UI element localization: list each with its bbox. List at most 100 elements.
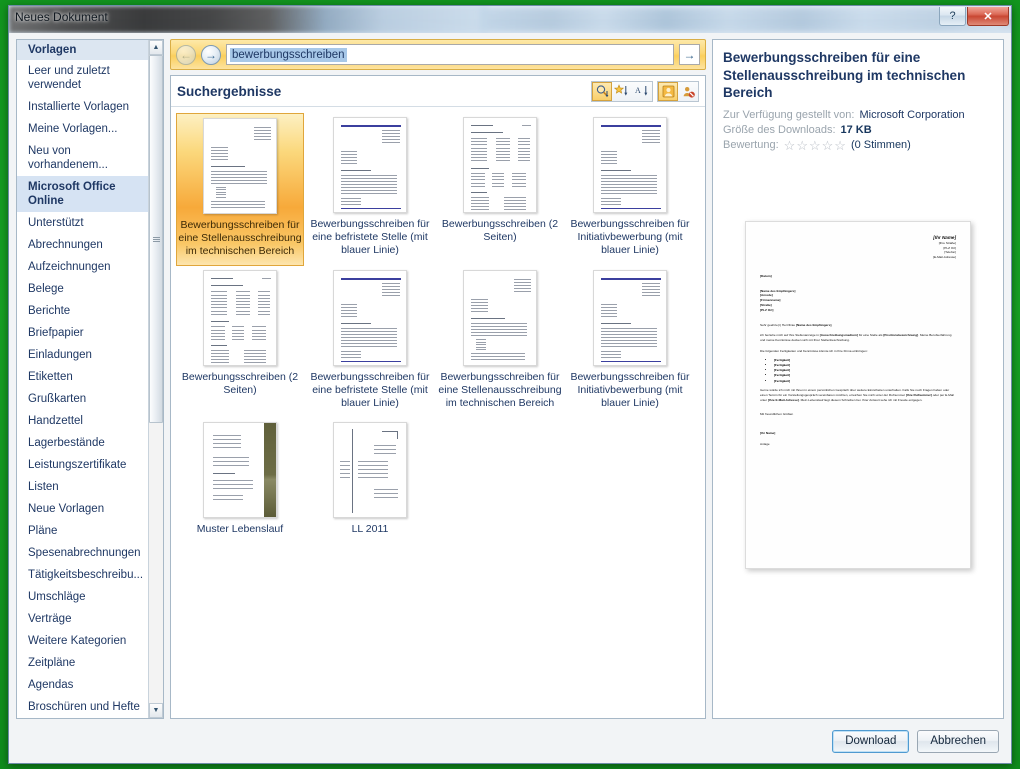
- community-filter-icon[interactable]: [678, 82, 698, 101]
- sidebar-item-18[interactable]: Listen: [17, 476, 148, 498]
- sidebar-item-26[interactable]: Zeitpläne: [17, 652, 148, 674]
- sidebar-scrollbar[interactable]: ▲ ▼: [148, 40, 163, 718]
- sort-icon-group: A: [591, 81, 653, 102]
- provider-label: Zur Verfügung gestellt von:: [723, 109, 854, 121]
- svg-text:A: A: [635, 86, 641, 95]
- close-button[interactable]: ✕: [967, 7, 1009, 26]
- sidebar-item-13[interactable]: Etiketten: [17, 366, 148, 388]
- template-item-1[interactable]: Bewerbungsschreiben für eine befristete …: [306, 113, 434, 266]
- scroll-up-button[interactable]: ▲: [149, 40, 163, 55]
- template-thumbnail-7[interactable]: [593, 270, 667, 366]
- sidebar-item-8[interactable]: Aufzeichnungen: [17, 256, 148, 278]
- sidebar-item-1[interactable]: Leer und zuletzt verwendet: [17, 60, 148, 96]
- template-caption-1: Bewerbungsschreiben für eine befristete …: [308, 218, 432, 256]
- template-details-panel: Bewerbungsschreiben für eine Stellenauss…: [712, 39, 1004, 719]
- template-item-2[interactable]: Bewerbungsschreiben (2 Seiten): [436, 113, 564, 266]
- template-thumbnail-9[interactable]: [333, 422, 407, 518]
- rating-sort-icon[interactable]: [612, 82, 632, 101]
- template-item-5[interactable]: Bewerbungsschreiben für eine befristete …: [306, 266, 434, 417]
- template-caption-4: Bewerbungsschreiben (2 Seiten): [178, 371, 302, 397]
- doc-salutation-suffix: ,: [831, 323, 832, 327]
- template-thumbnail-5[interactable]: [333, 270, 407, 366]
- sidebar-item-15[interactable]: Handzettel: [17, 410, 148, 432]
- sidebar-item-14[interactable]: Grußkarten: [17, 388, 148, 410]
- template-item-6[interactable]: Bewerbungsschreiben für eine Stellenauss…: [436, 266, 564, 417]
- template-thumbnail-4[interactable]: [203, 270, 277, 366]
- template-item-7[interactable]: Bewerbungsschreiben für Initiativbewerbu…: [566, 266, 694, 417]
- sidebar-item-16[interactable]: Lagerbestände: [17, 432, 148, 454]
- window-controls: ? ✕: [938, 7, 1009, 26]
- help-button[interactable]: ?: [939, 7, 966, 26]
- sidebar-item-2[interactable]: Installierte Vorlagen: [17, 96, 148, 118]
- template-thumbnail-2[interactable]: [463, 117, 537, 213]
- template-detail-title: Bewerbungsschreiben für eine Stellenauss…: [723, 49, 993, 102]
- sidebar-item-22[interactable]: Tätigkeitsbeschreibu...: [17, 564, 148, 586]
- sidebar-item-3[interactable]: Meine Vorlagen...: [17, 118, 148, 140]
- scroll-down-button[interactable]: ▼: [149, 703, 163, 718]
- template-row: Bewerbungsschreiben (2 Seiten)Bewerbungs…: [175, 266, 701, 417]
- sidebar-item-7[interactable]: Abrechnungen: [17, 234, 148, 256]
- provider-value: Microsoft Corporation: [859, 109, 964, 121]
- sidebar-item-17[interactable]: Leistungszertifikate: [17, 454, 148, 476]
- doc-salutation-name: [Name des Empfängers]: [796, 323, 831, 327]
- rating-stars[interactable]: ☆☆☆☆☆: [784, 139, 846, 152]
- sidebar-item-21[interactable]: Spesenabrechnungen: [17, 542, 148, 564]
- submitted-by-icon[interactable]: [658, 82, 678, 101]
- scrollbar-thumb[interactable]: [149, 55, 163, 423]
- sidebar-item-20[interactable]: Pläne: [17, 520, 148, 542]
- search-go-icon[interactable]: →: [679, 44, 700, 65]
- template-thumbnail-1[interactable]: [333, 117, 407, 213]
- template-item-8[interactable]: Muster Lebenslauf: [176, 418, 304, 544]
- provider-row: Zur Verfügung gestellt von: Microsoft Co…: [723, 109, 993, 121]
- template-item-4[interactable]: Bewerbungsschreiben (2 Seiten): [176, 266, 304, 417]
- sidebar-item-25[interactable]: Weitere Kategorien: [17, 630, 148, 652]
- scrollbar-grip-icon: [153, 236, 160, 243]
- sidebar-item-27[interactable]: Agendas: [17, 674, 148, 696]
- alpha-sort-icon[interactable]: A: [632, 82, 652, 101]
- sidebar-item-10[interactable]: Berichte: [17, 300, 148, 322]
- doc-enclosure: Anlage: [760, 442, 956, 447]
- scrollbar-track[interactable]: [149, 55, 163, 703]
- rating-votes: (0 Stimmen): [851, 139, 911, 151]
- sidebar-item-19[interactable]: Neue Vorlagen: [17, 498, 148, 520]
- sidebar-item-11[interactable]: Briefpapier: [17, 322, 148, 344]
- download-button[interactable]: Download: [832, 730, 909, 753]
- rating-star-5[interactable]: ☆: [834, 139, 846, 152]
- rating-star-3[interactable]: ☆: [809, 139, 821, 152]
- sidebar-item-12[interactable]: Einladungen: [17, 344, 148, 366]
- sidebar-item-6[interactable]: Unterstützt: [17, 212, 148, 234]
- rating-star-2[interactable]: ☆: [796, 139, 808, 152]
- template-thumbnail-6[interactable]: [463, 270, 537, 366]
- search-input[interactable]: bewerbungsschreiben: [226, 44, 674, 65]
- doc-skill-item-4: [Fertigkeit]: [774, 379, 956, 384]
- doc-paragraph-3: Gerne würde ich mich mit Ihnen in einem …: [760, 388, 956, 402]
- sidebar-item-23[interactable]: Umschläge: [17, 586, 148, 608]
- template-item-0[interactable]: Bewerbungsschreiben für eine Stellenauss…: [176, 113, 304, 266]
- template-thumbnail-8[interactable]: [203, 422, 277, 518]
- cancel-button[interactable]: Abbrechen: [917, 730, 999, 753]
- template-item-3[interactable]: Bewerbungsschreiben für Initiativbewerbu…: [566, 113, 694, 266]
- doc-p1-a: ich beziehe mich auf Ihre Stellenanzeige…: [760, 333, 820, 337]
- template-thumbnail-0[interactable]: [203, 118, 277, 214]
- sidebar-item-4[interactable]: Neu von vorhandenem...: [17, 140, 148, 176]
- sidebar-item-24[interactable]: Verträge: [17, 608, 148, 630]
- doc-p3-d: [Ihre E-Mail-Adresse]: [768, 398, 799, 402]
- doc-p1-d: [Positionsbezeichnung]: [883, 333, 918, 337]
- title-bar-glass-right: [479, 8, 999, 31]
- sidebar-item-9[interactable]: Belege: [17, 278, 148, 300]
- template-item-9[interactable]: LL 2011: [306, 418, 434, 544]
- template-thumbnail-3[interactable]: [593, 117, 667, 213]
- sidebar-item-28[interactable]: Broschüren und Hefte: [17, 696, 148, 718]
- template-caption-0: Bewerbungsschreiben für eine Stellenauss…: [178, 219, 302, 257]
- back-icon[interactable]: ←: [176, 45, 196, 65]
- template-caption-2: Bewerbungsschreiben (2 Seiten): [438, 218, 562, 244]
- sidebar-item-5[interactable]: Microsoft Office Online: [17, 176, 148, 212]
- rating-star-1[interactable]: ☆: [784, 139, 796, 152]
- sidebar-item-0[interactable]: Vorlagen: [17, 40, 148, 60]
- window-title: Neues Dokument: [15, 10, 108, 24]
- template-row: Bewerbungsschreiben für eine Stellenauss…: [175, 113, 701, 266]
- results-title: Suchergebnisse: [177, 84, 587, 99]
- search-relevance-icon[interactable]: [592, 82, 612, 101]
- rating-star-4[interactable]: ☆: [822, 139, 834, 152]
- forward-icon[interactable]: →: [201, 45, 221, 65]
